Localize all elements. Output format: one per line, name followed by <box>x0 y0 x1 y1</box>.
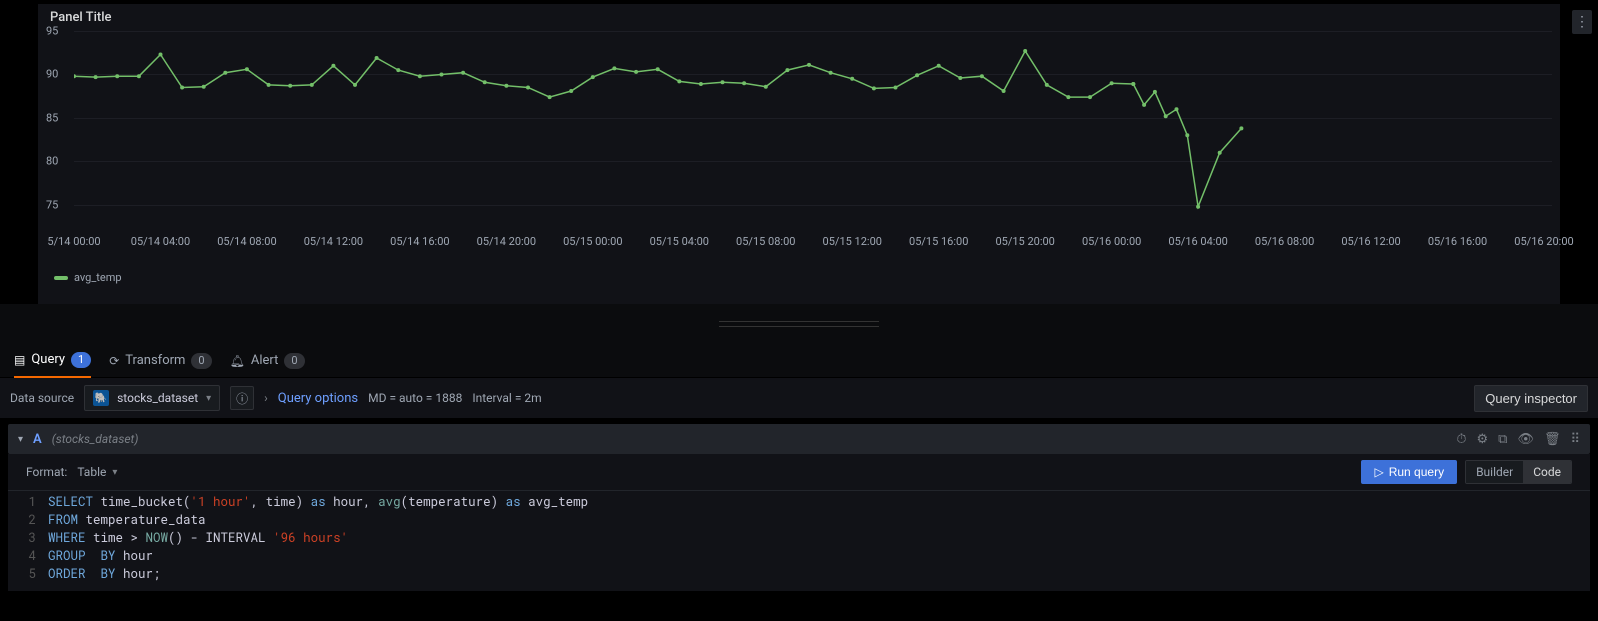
sql-code-editor[interactable]: 1SELECT time_bucket('1 hour', time) as h… <box>8 490 1590 591</box>
chevron-right-icon: › <box>264 391 268 405</box>
query-md-text: MD = auto = 1888 <box>368 391 462 405</box>
data-source-help-button[interactable]: ⓘ <box>230 386 254 410</box>
y-axis-tick: 90 <box>46 68 58 81</box>
query-format-row: Format: Table ▾ ▷ Run query Builder Code <box>8 454 1590 490</box>
editor-mode-toggle: Builder Code <box>1465 460 1572 484</box>
x-axis-tick: 05/15 12:00 <box>823 235 882 248</box>
y-axis-tick: 85 <box>46 111 58 124</box>
x-axis-tick: 05/16 12:00 <box>1341 235 1400 248</box>
line-number: 5 <box>8 565 48 583</box>
query-interval-text: Interval = 2m <box>472 391 541 405</box>
x-axis-tick: 05/15 00:00 <box>563 235 622 248</box>
x-axis-tick: 05/14 04:00 <box>131 235 190 248</box>
query-options-toggle[interactable]: Query options <box>278 391 358 406</box>
kebab-icon: ⋮ <box>1575 14 1589 30</box>
line-number: 4 <box>8 547 48 565</box>
x-axis-tick: 05/15 04:00 <box>650 235 709 248</box>
line-chart <box>74 31 1544 231</box>
legend-label: avg_temp <box>74 271 122 284</box>
chart-area[interactable]: 7580859095 5/14 00:0005/14 04:0005/14 08… <box>46 31 1552 267</box>
line-number: 1 <box>8 493 48 511</box>
x-axis-tick: 05/15 08:00 <box>736 235 795 248</box>
query-time-shift-icon[interactable]: ⏱ <box>1456 432 1466 447</box>
panel-title: Panel Title <box>38 4 1560 25</box>
info-icon: ⓘ <box>236 390 248 407</box>
x-axis-tick: 05/14 12:00 <box>304 235 363 248</box>
x-axis-tick: 05/16 16:00 <box>1428 235 1487 248</box>
data-source-label: Data source <box>10 391 74 405</box>
x-axis-tick: 05/14 08:00 <box>217 235 276 248</box>
format-select[interactable]: Table ▾ <box>77 465 117 479</box>
y-axis-tick: 80 <box>46 155 58 168</box>
chart-panel: Panel Title ⋮ 7580859095 5/14 00:0005/14… <box>38 4 1560 304</box>
query-options-row: Data source 🐘 stocks_dataset ▾ ⓘ › Query… <box>0 378 1598 418</box>
run-query-button[interactable]: ▷ Run query <box>1361 460 1457 484</box>
database-icon: ▤ <box>14 353 25 367</box>
x-axis-tick: 5/14 00:00 <box>47 235 100 248</box>
x-axis-tick: 05/15 20:00 <box>995 235 1054 248</box>
legend-swatch <box>54 276 68 280</box>
tab-alert[interactable]: 🔔︎ Alert 0 <box>230 344 305 378</box>
editor-mode-builder[interactable]: Builder <box>1466 461 1523 483</box>
transform-icon: ⟳ <box>109 354 119 368</box>
x-axis-tick: 05/16 08:00 <box>1255 235 1314 248</box>
data-source-picker[interactable]: 🐘 stocks_dataset ▾ <box>84 385 220 411</box>
y-axis-tick: 95 <box>46 25 58 38</box>
chart-legend[interactable]: avg_temp <box>38 267 1560 284</box>
query-toggle-visibility-icon[interactable]: 👁 <box>1517 432 1534 447</box>
format-label: Format: <box>26 465 67 479</box>
chevron-down-icon: ▾ <box>112 467 117 478</box>
query-drag-handle-icon[interactable]: ⠿ <box>1570 432 1580 447</box>
x-axis-tick: 05/16 00:00 <box>1082 235 1141 248</box>
query-ref-id: A <box>33 432 42 447</box>
panel-resizer[interactable] <box>0 304 1598 344</box>
tab-query[interactable]: ▤ Query 1 <box>14 344 91 378</box>
x-axis-tick: 05/14 16:00 <box>390 235 449 248</box>
x-axis-tick: 05/16 20:00 <box>1514 235 1573 248</box>
line-number: 2 <box>8 511 48 529</box>
x-axis-tick: 05/14 20:00 <box>477 235 536 248</box>
query-ds-name: (stocks_dataset) <box>52 432 139 446</box>
bottom-tabs: ▤ Query 1 ⟳ Transform 0 🔔︎ Alert 0 <box>0 344 1598 378</box>
tab-transform[interactable]: ⟳ Transform 0 <box>109 344 211 378</box>
query-settings-icon[interactable]: ⚙︎ <box>1476 432 1488 447</box>
x-axis-tick: 05/15 16:00 <box>909 235 968 248</box>
query-delete-icon[interactable]: 🗑 <box>1544 432 1561 447</box>
query-row-header[interactable]: ▾ A (stocks_dataset) ⏱ ⚙︎ ⧉ 👁 🗑 ⠿ <box>8 424 1590 454</box>
query-inspector-button[interactable]: Query inspector <box>1474 385 1588 412</box>
query-duplicate-icon[interactable]: ⧉ <box>1498 432 1507 447</box>
chevron-down-icon[interactable]: ▾ <box>18 434 23 445</box>
line-number: 3 <box>8 529 48 547</box>
panel-menu-button[interactable]: ⋮ <box>1572 10 1592 34</box>
chevron-down-icon: ▾ <box>206 393 211 404</box>
x-axis-tick: 05/16 04:00 <box>1168 235 1227 248</box>
editor-mode-code[interactable]: Code <box>1523 461 1571 483</box>
bell-icon: 🔔︎ <box>230 354 245 368</box>
postgres-icon: 🐘 <box>93 390 109 406</box>
y-axis-tick: 75 <box>46 198 58 211</box>
play-icon: ▷ <box>1374 465 1383 479</box>
